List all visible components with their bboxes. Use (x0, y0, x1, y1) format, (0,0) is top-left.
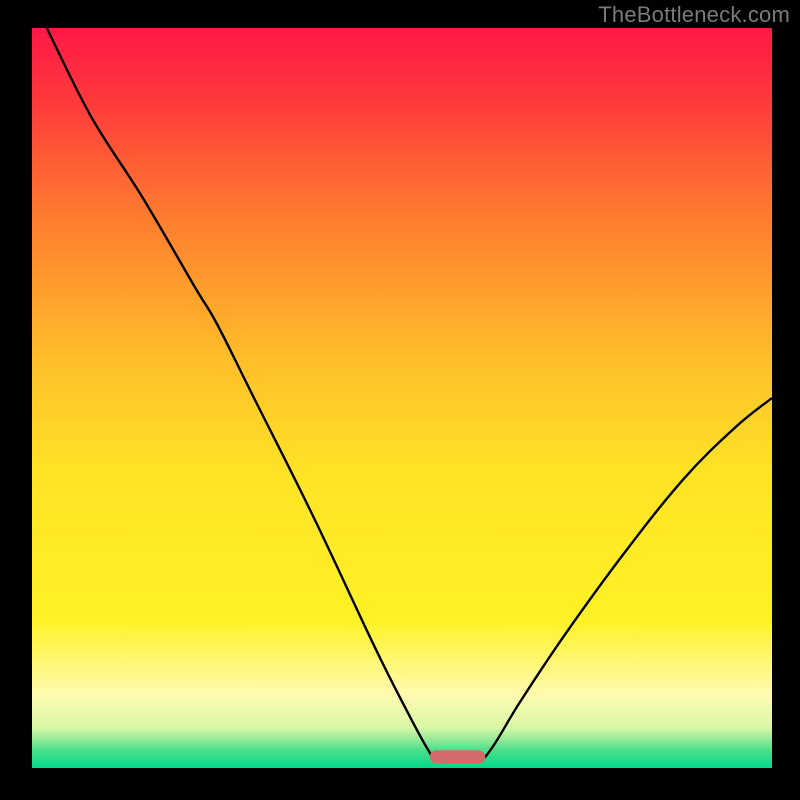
chart-frame: TheBottleneck.com (0, 0, 800, 800)
attribution-text: TheBottleneck.com (598, 2, 790, 28)
optimal-marker (430, 750, 486, 763)
chart-background (32, 28, 772, 768)
bottleneck-chart (32, 28, 772, 768)
